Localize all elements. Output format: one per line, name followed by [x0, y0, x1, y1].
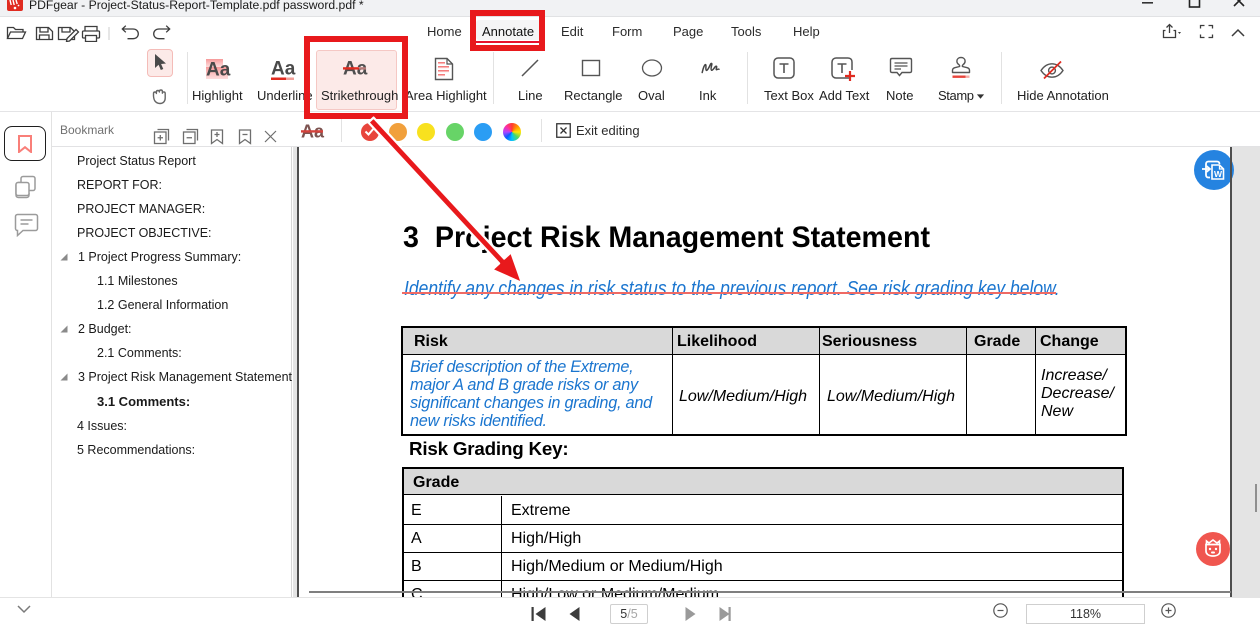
svg-text:Aa: Aa [206, 60, 231, 81]
svg-text:W: W [1214, 169, 1223, 179]
svg-text:Aa: Aa [271, 59, 296, 80]
